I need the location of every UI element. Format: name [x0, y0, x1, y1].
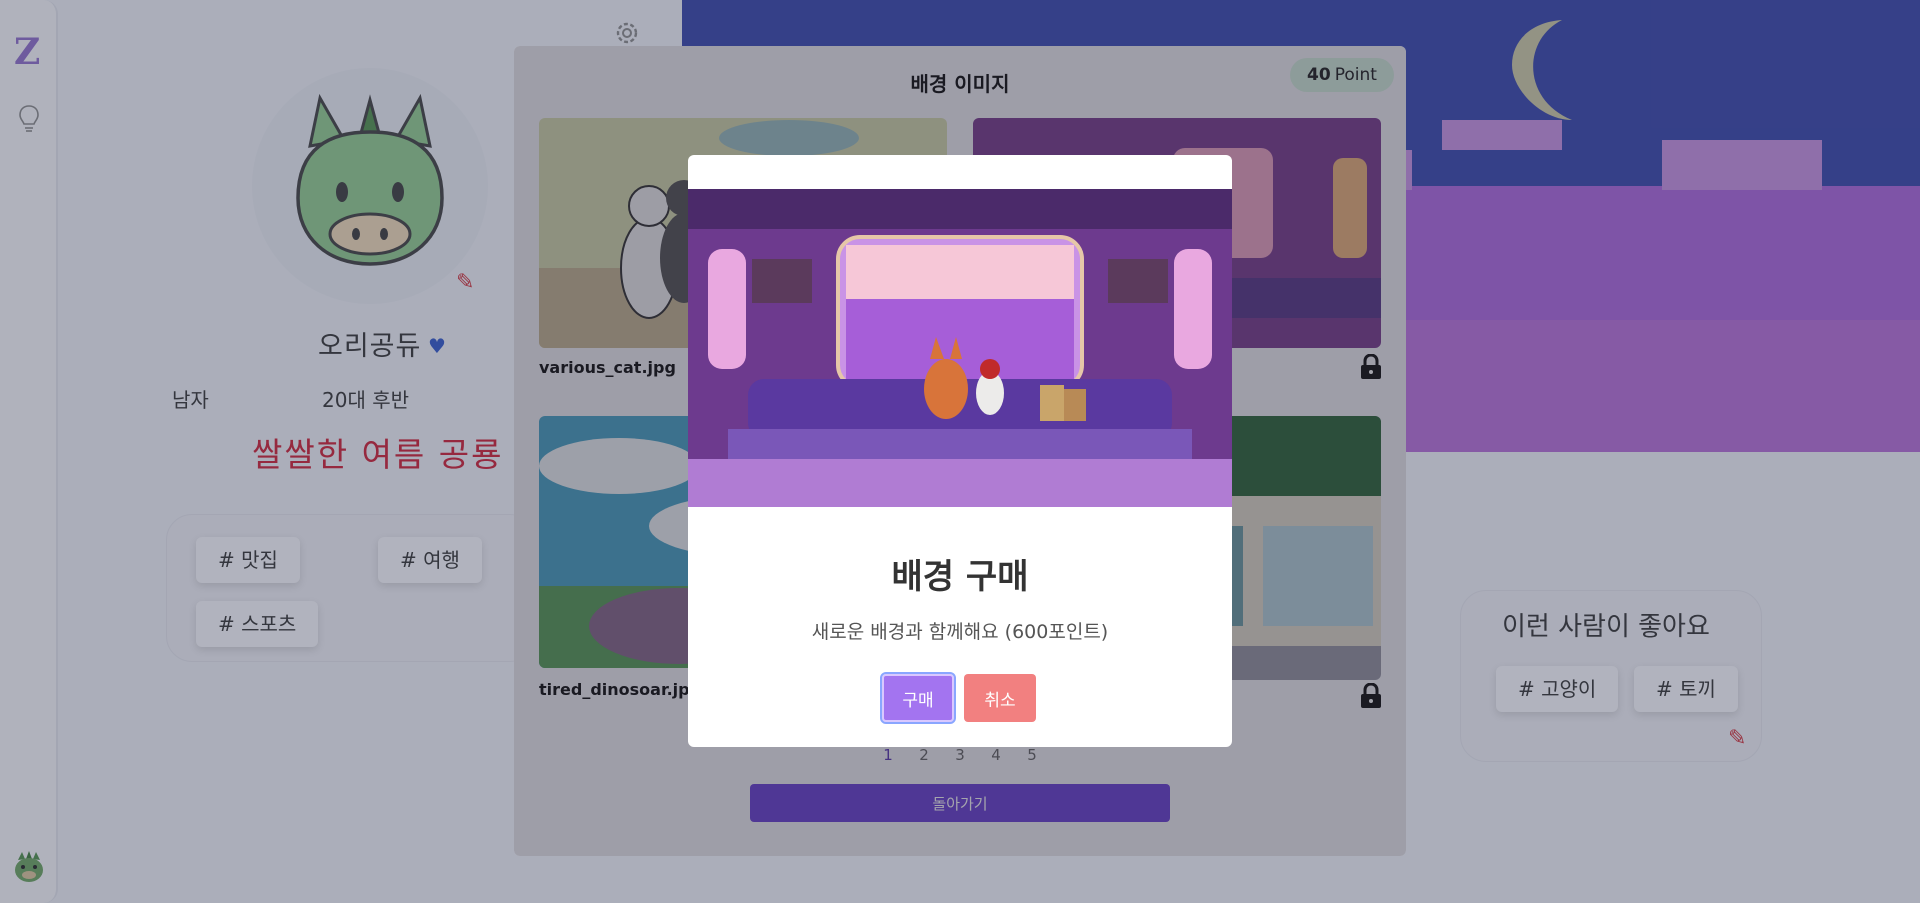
purchase-dialog-message: 새로운 배경과 함께해요 (600포인트): [811, 621, 1109, 643]
buy-button[interactable]: 구매: [880, 672, 956, 724]
cancel-button[interactable]: 취소: [964, 674, 1036, 722]
purchase-dialog: 배경 구매 새로운 배경과 함께해요 (600포인트) 구매 취소: [688, 155, 1232, 747]
background-preview-image: [688, 189, 1232, 507]
purchase-dialog-title: 배경 구매: [891, 557, 1029, 597]
